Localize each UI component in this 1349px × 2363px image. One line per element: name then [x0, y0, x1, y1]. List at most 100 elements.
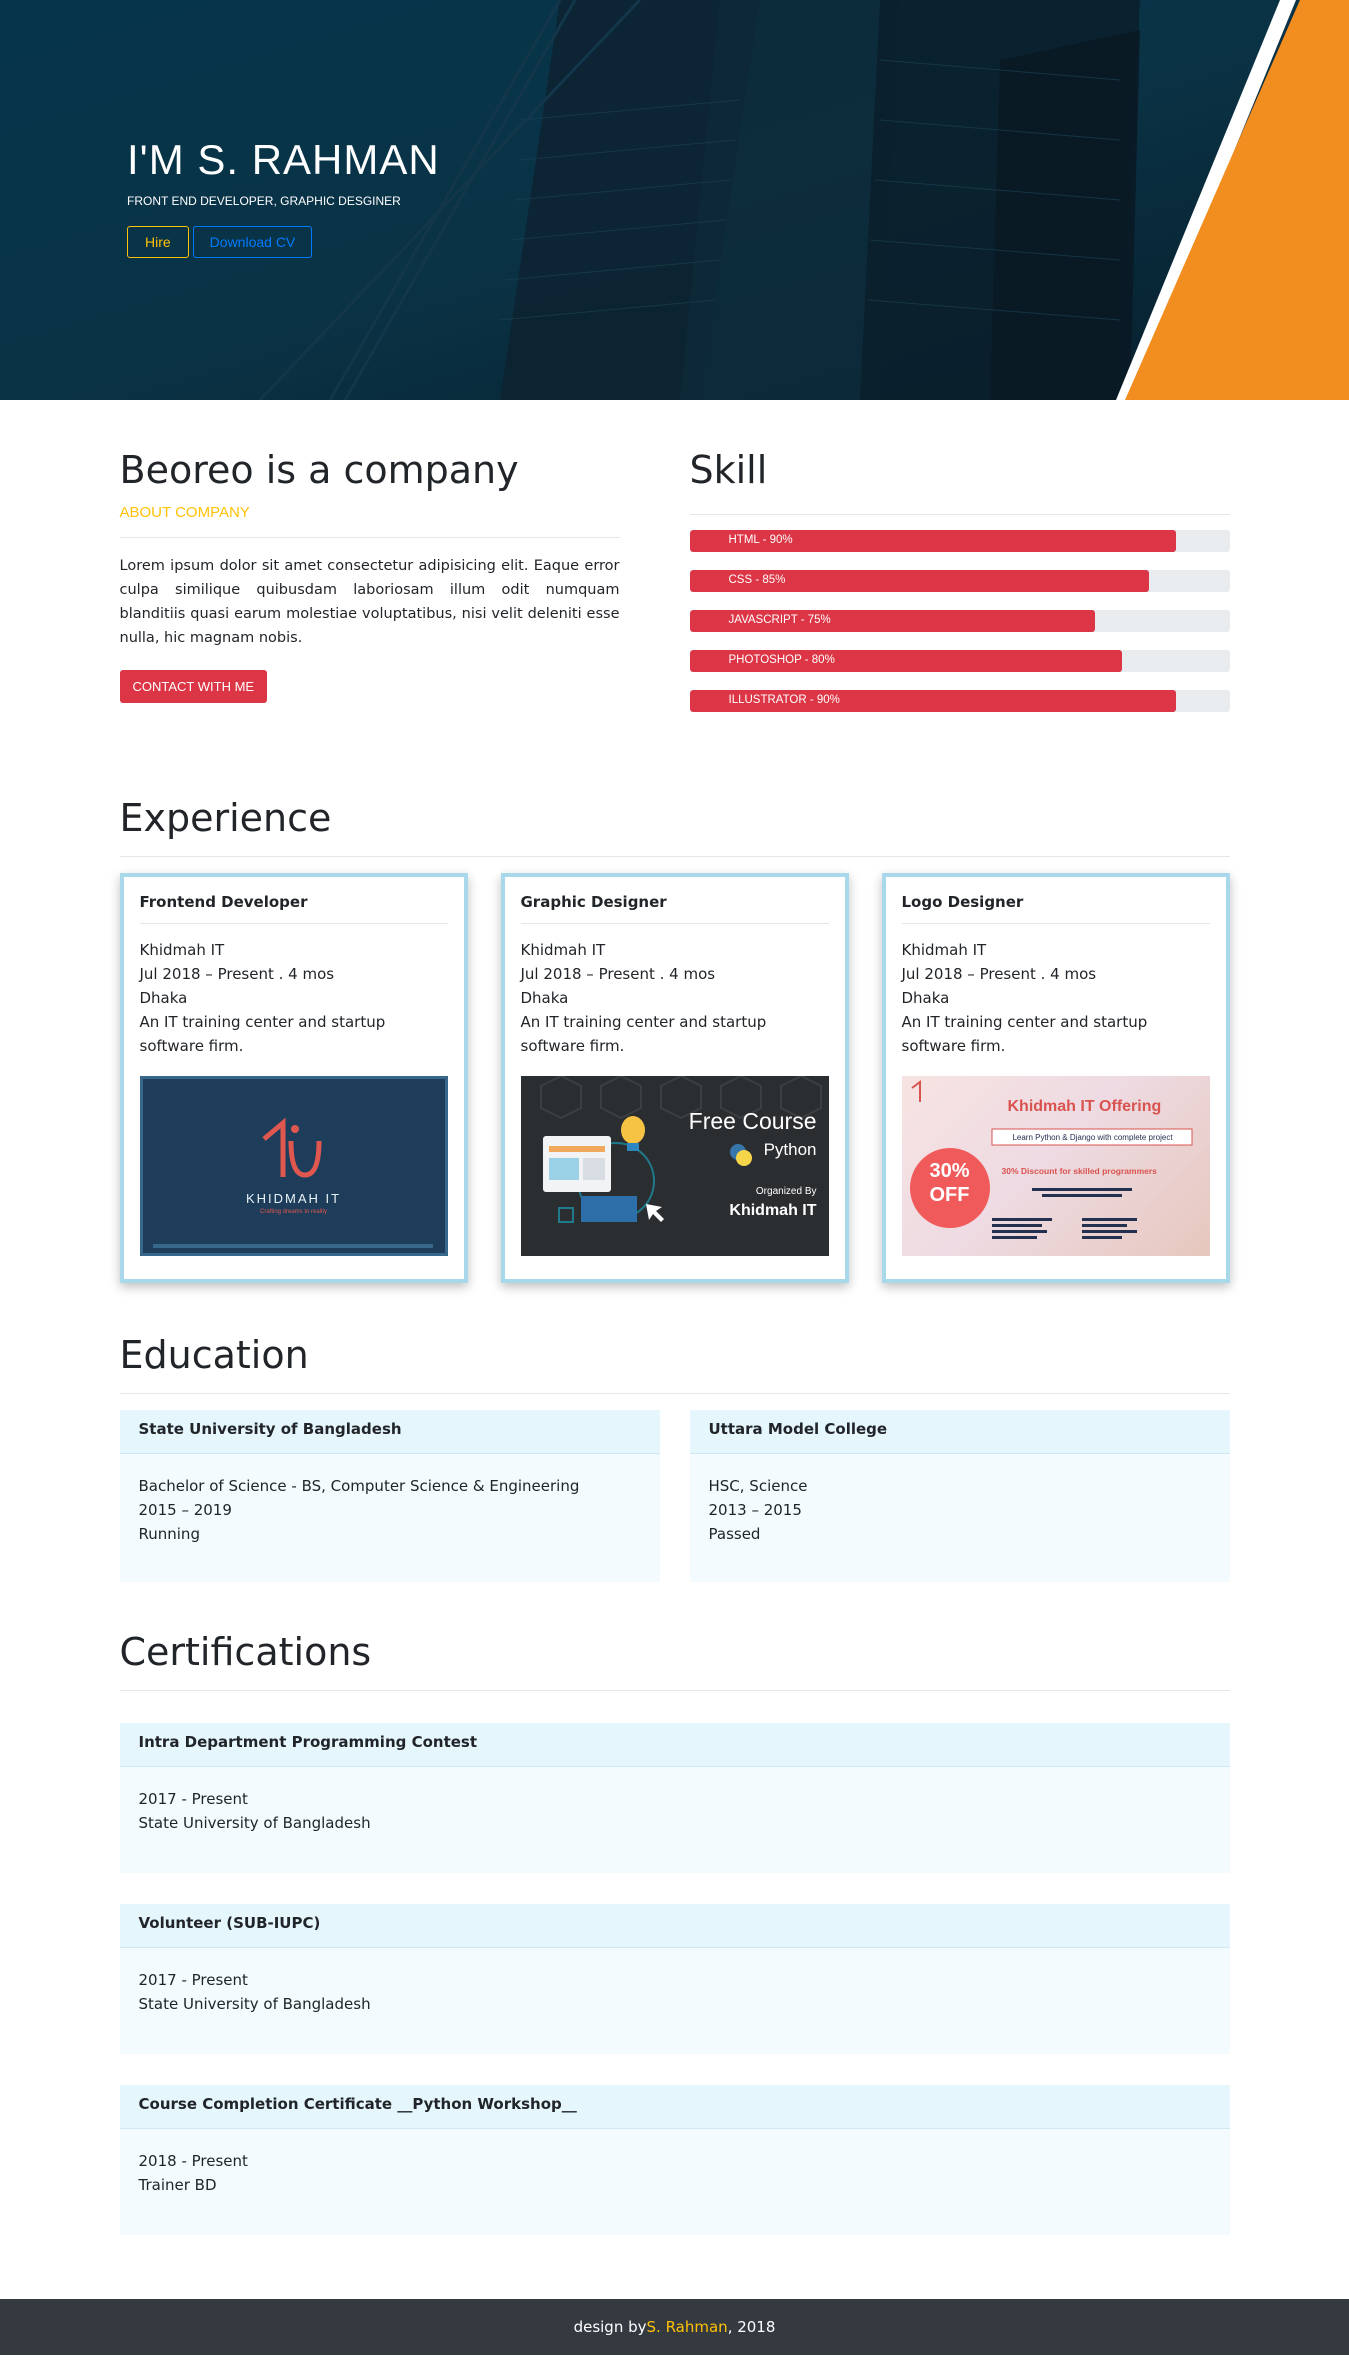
divider: [119, 855, 1230, 857]
footer-prefix: design by: [573, 2317, 647, 2336]
education-years: 2013 – 2015: [708, 1500, 802, 1519]
certification-issuer: State University of Bangladesh: [138, 1994, 371, 2013]
experience-card: Graphic Designer Khidmah IT Jul 2018 – P…: [500, 872, 849, 1283]
experience-location: Dhaka: [520, 988, 569, 1007]
divider: [119, 1689, 1230, 1691]
experience-details: Khidmah IT Jul 2018 – Present . 4 mos Dh…: [140, 938, 448, 1058]
skill-title: Skill: [689, 448, 768, 492]
certification-card: Volunteer (SUB-IUPC) 2017 - Present Stat…: [119, 1903, 1230, 2054]
course-title: Free Course: [688, 1107, 817, 1134]
education-degree: Bachelor of Science - BS, Computer Scien…: [138, 1476, 580, 1495]
experience-details: Khidmah IT Jul 2018 – Present . 4 mos Dh…: [902, 938, 1210, 1058]
khidmah-logo-text: KHIDMAH IT: [245, 1190, 342, 1206]
skill-bar-label: CSS - 85%: [728, 573, 786, 586]
skill-bar-label: ILLUSTRATOR - 90%: [728, 693, 840, 706]
skill-section: Skill HTML - 90% CSS - 85% JAVASCRIPT - …: [689, 448, 1230, 730]
footer: design by S. Rahman , 2018: [0, 2298, 1349, 2355]
experience-location: Dhaka: [139, 988, 188, 1007]
skill-bar-html: HTML - 90%: [689, 529, 1230, 552]
education-degree: HSC, Science: [708, 1476, 808, 1495]
education-details: Bachelor of Science - BS, Computer Scien…: [120, 1454, 660, 1566]
certification-card: Course Completion Certificate __Python W…: [119, 2084, 1230, 2235]
experience-card: Logo Designer Khidmah IT Jul 2018 – Pres…: [881, 872, 1230, 1283]
house-logo-icon: [152, 1117, 433, 1248]
skill-bar-label: JAVASCRIPT - 75%: [728, 613, 831, 626]
offering-discount: 30% Discount for skilled programmers: [1001, 1165, 1157, 1176]
hero-subtitle: FRONT END DEVELOPER, GRAPHIC DESGINER: [127, 194, 401, 208]
education-title: Education: [119, 1332, 309, 1377]
education-card: State University of Bangladesh Bachelor …: [119, 1409, 660, 1582]
certifications-section: Certifications Intra Department Programm…: [119, 1629, 1230, 2235]
about-title: Beoreo is a company: [119, 448, 519, 492]
experience-company: Khidmah IT: [901, 940, 987, 959]
education-status: Running: [138, 1524, 200, 1543]
footer-suffix: , 2018: [727, 2317, 776, 2336]
education-section: Education State University of Bangladesh…: [119, 1332, 1230, 1582]
experience-company: Khidmah IT: [520, 940, 606, 959]
education-details: HSC, Science 2013 – 2015 Passed: [690, 1454, 1230, 1566]
discount-badge-off: OFF: [929, 1183, 970, 1206]
khidmah-logo-image: KHIDMAH IT Crafting dreams to reality: [139, 1075, 448, 1256]
certification-name: Volunteer (SUB-IUPC): [119, 1903, 1230, 1948]
main-content: Beoreo is a company ABOUT COMPANY Lorem …: [119, 400, 1230, 2235]
experience-title: Experience: [119, 795, 332, 840]
skill-bar-illustrator: ILLUSTRATOR - 90%: [689, 689, 1230, 712]
divider: [119, 1392, 1230, 1394]
experience-details: Khidmah IT Jul 2018 – Present . 4 mos Dh…: [521, 938, 829, 1058]
download-cv-button[interactable]: Download CV: [192, 226, 313, 258]
divider: [689, 513, 1230, 515]
certification-name: Course Completion Certificate __Python W…: [119, 2084, 1230, 2129]
education-school: State University of Bangladesh: [119, 1409, 660, 1454]
hero-buttons: Hire Download CV: [127, 226, 440, 258]
experience-description: An IT training center and startup softwa…: [901, 1012, 1148, 1055]
footer-author-link[interactable]: S. Rahman: [647, 2318, 728, 2336]
experience-period: Jul 2018 – Present . 4 mos: [139, 964, 335, 983]
certification-details: 2017 - Present State University of Bangl…: [120, 1767, 1230, 1855]
hire-button[interactable]: Hire: [127, 226, 189, 258]
experience-period: Jul 2018 – Present . 4 mos: [520, 964, 716, 983]
experience-section: Experience Frontend Developer Khidmah IT…: [119, 795, 1230, 1283]
certifications-title: Certifications: [119, 1629, 372, 1674]
certification-period: 2017 - Present: [138, 1789, 248, 1808]
skill-bar-css: CSS - 85%: [689, 569, 1230, 592]
certification-details: 2018 - Present Trainer BD: [120, 2129, 1230, 2217]
experience-role: Frontend Developer: [139, 893, 448, 924]
course-organizer: Khidmah IT: [729, 1201, 817, 1219]
certification-name: Intra Department Programming Contest: [119, 1722, 1230, 1767]
skill-bar-javascript: JAVASCRIPT - 75%: [689, 609, 1230, 632]
about-text: Lorem ipsum dolor sit amet consectetur a…: [119, 557, 620, 646]
skill-bars: HTML - 90% CSS - 85% JAVASCRIPT - 75% PH…: [689, 529, 1230, 712]
offering-poster-image: Khidmah IT Offering Learn Python & Djang…: [901, 1075, 1210, 1256]
education-school: Uttara Model College: [689, 1409, 1230, 1454]
hero-title: I'M S. RAHMAN: [127, 136, 440, 183]
experience-role: Graphic Designer: [520, 893, 829, 924]
experience-period: Jul 2018 – Present . 4 mos: [901, 964, 1097, 983]
about-subtitle: ABOUT COMPANY: [119, 503, 250, 521]
skill-bar-label: PHOTOSHOP - 80%: [728, 653, 835, 666]
contact-button[interactable]: CONTACT WITH ME: [119, 669, 268, 703]
certification-period: 2017 - Present: [138, 1970, 248, 1989]
offering-subtitle: Learn Python & Django with complete proj…: [1012, 1132, 1173, 1142]
course-organized-by: Organized By: [755, 1185, 817, 1197]
experience-description: An IT training center and startup softwa…: [520, 1012, 767, 1055]
offering-title: Khidmah IT Offering: [1007, 1097, 1162, 1115]
divider: [119, 536, 620, 538]
certification-issuer: Trainer BD: [138, 2175, 217, 2194]
skill-bar-label: HTML - 90%: [728, 533, 793, 546]
certification-details: 2017 - Present State University of Bangl…: [120, 1948, 1230, 2036]
khidmah-logo-tagline: Crafting dreams to reality: [259, 1208, 328, 1215]
certification-period: 2018 - Present: [138, 2151, 248, 2170]
skill-bar-photoshop: PHOTOSHOP - 80%: [689, 649, 1230, 672]
education-years: 2015 – 2019: [138, 1500, 232, 1519]
hero-content: I'M S. RAHMAN FRONT END DEVELOPER, GRAPH…: [127, 136, 440, 258]
course-illustration-icon: [539, 1075, 822, 1223]
discount-badge-percent: 30%: [929, 1159, 970, 1182]
experience-description: An IT training center and startup softwa…: [139, 1012, 386, 1055]
experience-role: Logo Designer: [901, 893, 1210, 924]
education-card: Uttara Model College HSC, Science 2013 –…: [689, 1409, 1230, 1582]
about-section: Beoreo is a company ABOUT COMPANY Lorem …: [119, 448, 620, 730]
hero-banner: I'M S. RAHMAN FRONT END DEVELOPER, GRAPH…: [0, 0, 1349, 400]
experience-location: Dhaka: [901, 988, 950, 1007]
experience-company: Khidmah IT: [139, 940, 225, 959]
experience-card: Frontend Developer Khidmah IT Jul 2018 –…: [119, 872, 468, 1283]
